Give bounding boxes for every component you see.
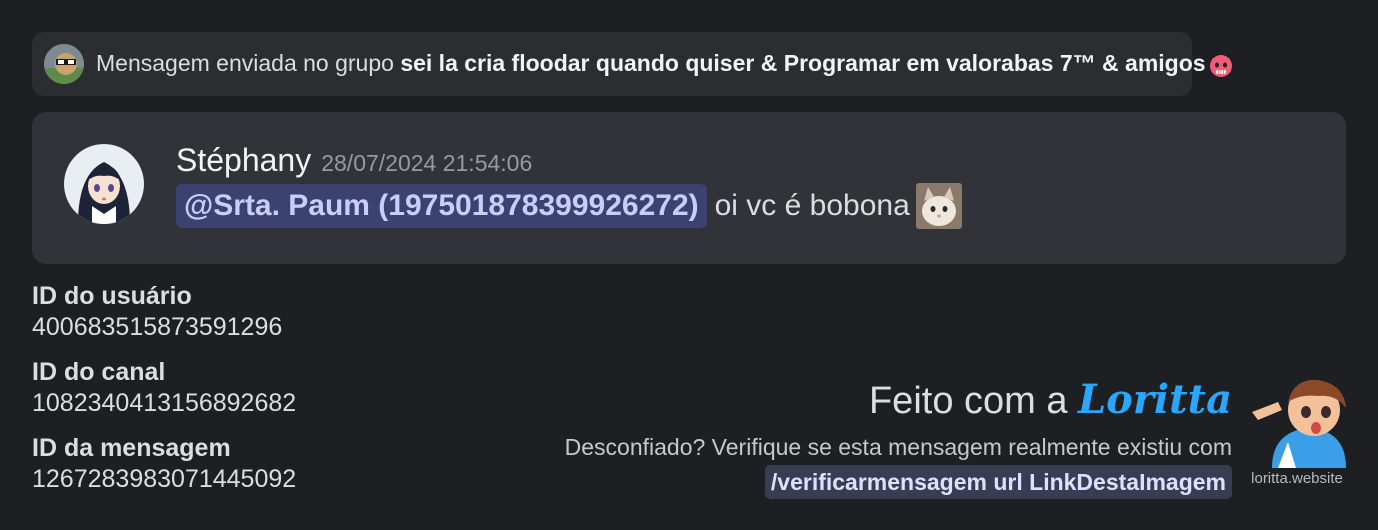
author-avatar[interactable] (64, 144, 144, 224)
group-banner-text: Mensagem enviada no grupo sei la cria fl… (96, 50, 1234, 78)
message-header: Stéphany 28/07/2024 21:54:06 (176, 142, 532, 179)
user-id-label: ID do usuário (32, 282, 192, 310)
message-id-label: ID da mensagem (32, 434, 231, 462)
channel-id-value: 1082340413156892682 (32, 389, 297, 417)
cat-emoji-icon (915, 183, 962, 229)
footer: Feito com a Loritta Desconfiado? Verifiq… (565, 374, 1232, 499)
angry-devil-face-icon (1208, 52, 1234, 78)
channel-id-label: ID do canal (32, 358, 166, 386)
id-list: ID do usuário 400683515873591296 ID do c… (32, 280, 296, 508)
loritta-logo: Loritta (1078, 376, 1232, 423)
verify-command: /verificarmensagem url LinkDestaImagem (764, 465, 1232, 499)
message-body: @Srta. Paum (197501878399926272) oi vc é… (176, 183, 962, 229)
author-name[interactable]: Stéphany (176, 142, 311, 179)
made-with-line: Feito com a Loritta (565, 374, 1232, 427)
user-id-value: 400683515873591296 (32, 313, 283, 341)
user-mention[interactable]: @Srta. Paum (197501878399926272) (176, 184, 707, 228)
message-card: Stéphany 28/07/2024 21:54:06 @Srta. Paum… (32, 112, 1346, 264)
message-timestamp: 28/07/2024 21:54:06 (321, 150, 533, 176)
group-banner: Mensagem enviada no grupo sei la cria fl… (32, 32, 1232, 96)
group-avatar (44, 44, 84, 84)
made-with-text: Feito com a (868, 380, 1079, 422)
verify-text: Desconfiado? Verifique se esta mensagem … (564, 434, 1232, 460)
channel-id-block: ID do canal 1082340413156892682 (32, 356, 296, 418)
user-id-block: ID do usuário 400683515873591296 (32, 280, 296, 342)
loritta-website[interactable]: loritta.website (1248, 470, 1346, 487)
group-prefix: Mensagem enviada no grupo (96, 50, 401, 77)
group-name: sei la cria floodar quando quiser & Prog… (400, 50, 1206, 77)
message-id-block: ID da mensagem 1267283983071445092 (32, 432, 296, 494)
message-id-value: 1267283983071445092 (32, 465, 297, 493)
message-text: oi vc é bobona (714, 189, 910, 222)
loritta-mascot-icon (1248, 372, 1346, 468)
